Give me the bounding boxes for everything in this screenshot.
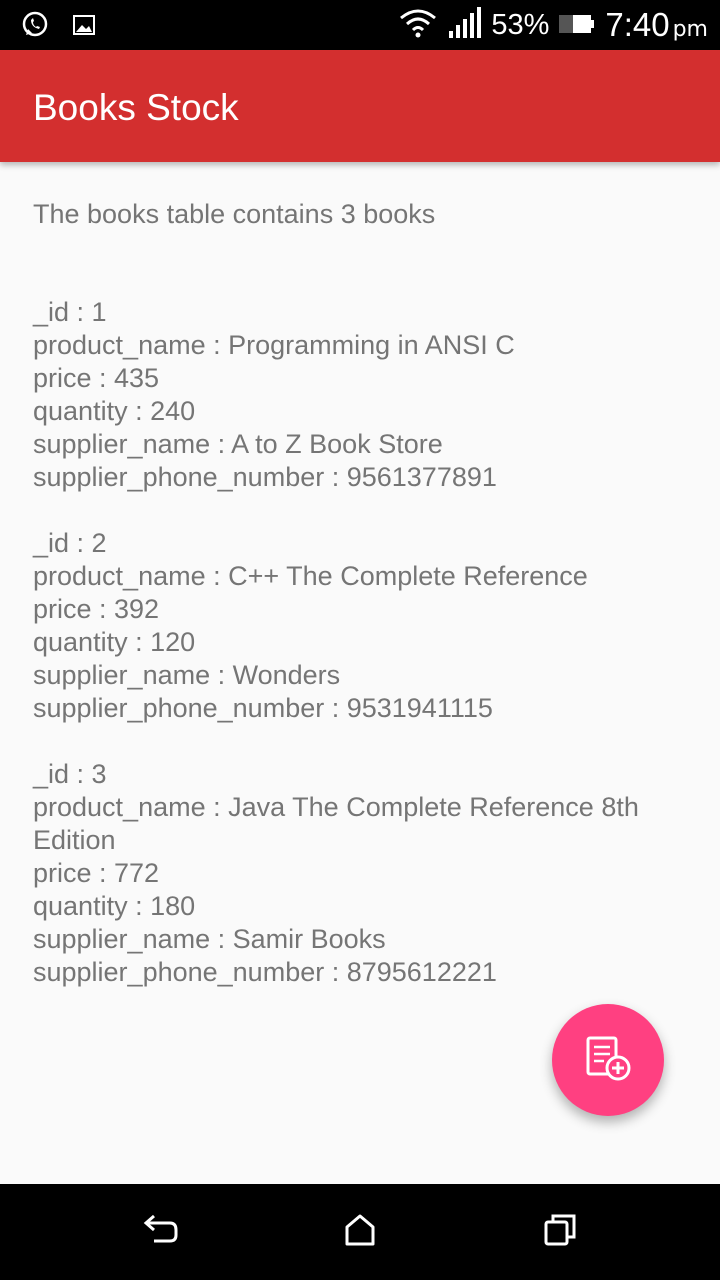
navigation-bar xyxy=(0,1184,720,1280)
image-icon xyxy=(72,13,96,41)
add-book-button[interactable] xyxy=(552,1004,664,1116)
recents-button[interactable] xyxy=(530,1204,590,1260)
record-price: price : 392 xyxy=(33,594,160,624)
record-quantity: quantity : 120 xyxy=(33,627,196,657)
clock-suffix: pm xyxy=(672,17,708,42)
record-supplier-name: supplier_name : Samir Books xyxy=(33,924,386,954)
whatsapp-icon xyxy=(20,10,50,44)
record-product-name: product_name : Java The Complete Referen… xyxy=(33,792,639,855)
record-product-name: product_name : Programming in ANSI C xyxy=(33,330,515,360)
app-bar: Books Stock xyxy=(0,50,720,162)
record-id: _id : 1 xyxy=(33,297,107,327)
battery-percent: 53% xyxy=(491,8,550,41)
record-supplier-phone: supplier_phone_number : 8795612221 xyxy=(33,957,497,987)
wifi-icon xyxy=(399,8,437,42)
record-supplier-name: supplier_name : Wonders xyxy=(33,660,341,690)
record-supplier-phone: supplier_phone_number : 9561377891 xyxy=(33,462,497,492)
record-price: price : 435 xyxy=(33,363,160,393)
home-button[interactable] xyxy=(330,1204,390,1260)
record-supplier-phone: supplier_phone_number : 9531941115 xyxy=(33,693,493,723)
book-record: _id : 1 product_name : Programming in AN… xyxy=(33,296,688,494)
back-icon xyxy=(140,1213,180,1251)
record-supplier-name: supplier_name : A to Z Book Store xyxy=(33,429,443,459)
clock: 7:40 pm xyxy=(605,6,708,44)
clock-time: 7:40 xyxy=(605,6,670,43)
home-icon xyxy=(343,1213,377,1251)
app-title: Books Stock xyxy=(33,87,239,128)
book-record: _id : 2 product_name : C++ The Complete … xyxy=(33,527,688,725)
battery-icon xyxy=(559,11,595,39)
recents-icon xyxy=(543,1213,577,1251)
record-product-name: product_name : C++ The Complete Referenc… xyxy=(33,561,588,591)
back-button[interactable] xyxy=(130,1204,190,1260)
record-id: _id : 3 xyxy=(33,759,107,789)
books-count-summary: The books table contains 3 books xyxy=(33,199,436,229)
content-area: The books table contains 3 books _id : 1… xyxy=(33,196,688,1022)
record-price: price : 772 xyxy=(33,858,160,888)
status-bar: 53% 7:40 pm xyxy=(0,0,720,50)
book-record: _id : 3 product_name : Java The Complete… xyxy=(33,758,688,989)
record-quantity: quantity : 240 xyxy=(33,396,196,426)
record-quantity: quantity : 180 xyxy=(33,891,196,921)
signal-icon xyxy=(447,7,482,43)
record-id: _id : 2 xyxy=(33,528,107,558)
add-book-icon xyxy=(582,1032,634,1088)
